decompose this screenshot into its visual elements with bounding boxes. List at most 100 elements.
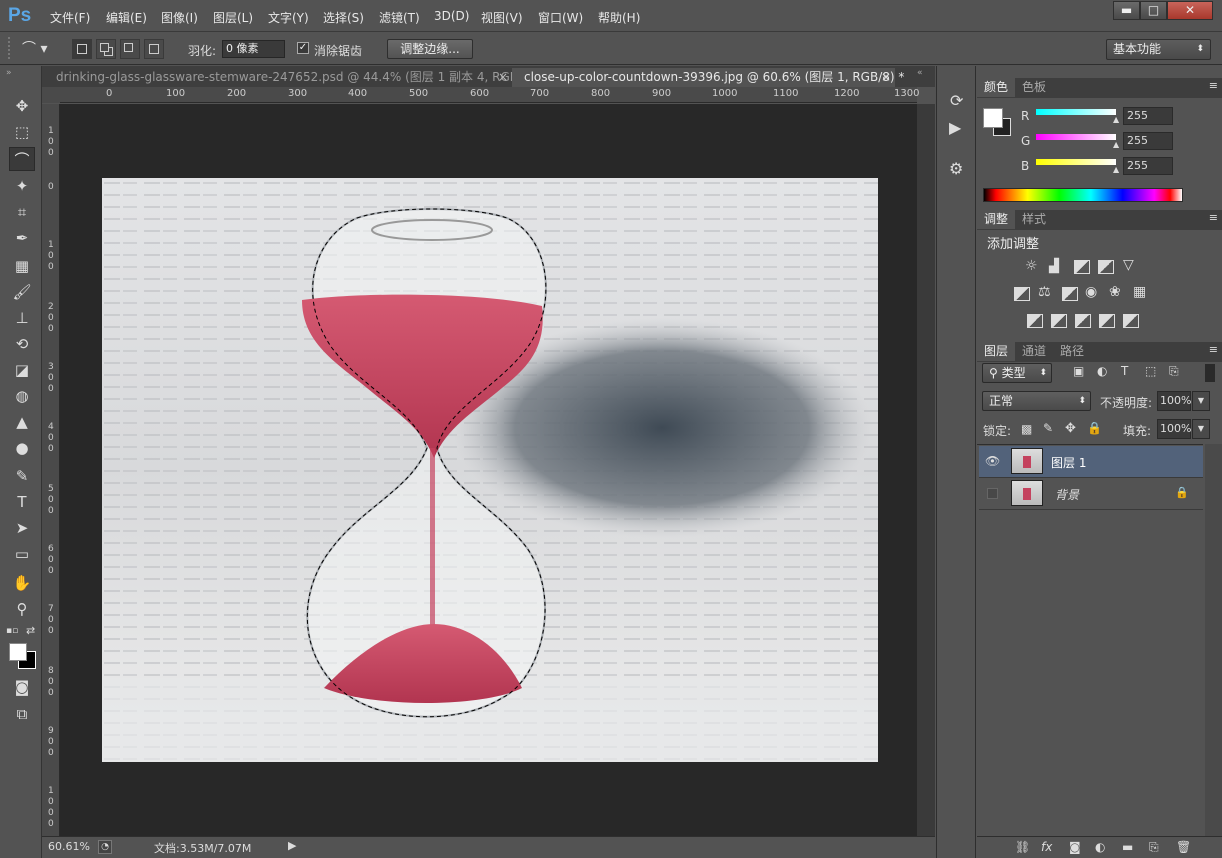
- slider-handle-icon[interactable]: ▲: [1113, 140, 1119, 149]
- levels-icon[interactable]: ▟: [1049, 259, 1059, 274]
- tab-inactive-document[interactable]: drinking-glass-glassware-stemware-247652…: [44, 68, 534, 87]
- move-tool-icon[interactable]: ✥: [9, 94, 35, 118]
- hue-saturation-icon[interactable]: [1014, 287, 1030, 301]
- layer-name[interactable]: 图层 1: [1051, 454, 1086, 471]
- posterize-icon[interactable]: [1051, 314, 1067, 328]
- foreground-color-chip[interactable]: [983, 108, 1003, 128]
- document-image[interactable]: [102, 178, 878, 762]
- invert-icon[interactable]: [1027, 314, 1043, 328]
- blend-mode-select[interactable]: 正常 ⬍: [982, 391, 1091, 411]
- paint-bucket-tool-icon[interactable]: ◍: [9, 384, 35, 408]
- collapse-icon[interactable]: »: [6, 68, 12, 78]
- vertical-ruler[interactable]: 100 0 100 200 300 400 500 600 700 800 90…: [42, 104, 60, 836]
- antialias-checkbox[interactable]: ✓: [297, 42, 309, 54]
- rectangle-tool-icon[interactable]: ▭: [9, 542, 35, 566]
- tab-layers[interactable]: 图层: [977, 342, 1016, 361]
- swap-colors-icon[interactable]: ⇄: [26, 624, 35, 637]
- tab-color[interactable]: 颜色: [977, 78, 1016, 97]
- new-layer-icon[interactable]: ⎘: [1149, 840, 1159, 855]
- opacity-input[interactable]: 100%: [1157, 391, 1191, 411]
- lock-transparency-icon[interactable]: ▩: [1021, 422, 1032, 436]
- brightness-icon[interactable]: ☼: [1025, 258, 1038, 274]
- menu-layer[interactable]: 图层(L): [213, 9, 253, 26]
- green-slider[interactable]: [1036, 134, 1116, 140]
- mask-icon[interactable]: ◙: [1069, 840, 1081, 854]
- menu-edit[interactable]: 编辑(E): [106, 9, 147, 26]
- eyedropper-tool-icon[interactable]: ✒: [9, 226, 35, 250]
- layer-name[interactable]: 背景: [1055, 486, 1079, 503]
- intersect-selection-icon[interactable]: [144, 39, 164, 59]
- horizontal-ruler[interactable]: 0 100 200 300 400 500 600 700 800 900 10…: [60, 87, 919, 103]
- polygonal-lasso-preset-icon[interactable]: ⌒ ▾: [22, 38, 62, 60]
- lasso-tool-icon[interactable]: ⌒: [9, 147, 35, 171]
- menu-image[interactable]: 图像(I): [161, 9, 198, 26]
- fill-input[interactable]: 100%: [1157, 419, 1191, 439]
- folder-icon[interactable]: ▬: [1122, 840, 1133, 854]
- exposure-icon[interactable]: [1098, 260, 1114, 274]
- lock-all-icon[interactable]: 🔒: [1087, 421, 1102, 435]
- layer-row[interactable]: 背景 🔒: [979, 478, 1203, 510]
- close-tab-icon[interactable]: ×: [881, 68, 891, 86]
- path-selection-tool-icon[interactable]: ➤: [9, 516, 35, 540]
- slider-handle-icon[interactable]: ▲: [1113, 115, 1119, 124]
- red-value-input[interactable]: 255: [1123, 107, 1173, 125]
- lock-position-icon[interactable]: ✥: [1065, 421, 1076, 436]
- tab-paths[interactable]: 路径: [1053, 342, 1091, 361]
- panel-menu-icon[interactable]: ≡: [1209, 79, 1218, 92]
- dodge-tool-icon[interactable]: ●: [9, 436, 35, 460]
- workspace-select[interactable]: 基本功能 ⬍: [1106, 39, 1211, 60]
- threshold-icon[interactable]: [1075, 314, 1091, 328]
- eraser-tool-icon[interactable]: ◪: [9, 358, 35, 382]
- lock-paint-icon[interactable]: ✎: [1043, 421, 1053, 435]
- blue-slider[interactable]: [1036, 159, 1116, 165]
- zoom-level[interactable]: 60.61%: [48, 840, 90, 853]
- adjustment-icon[interactable]: ◐: [1095, 840, 1105, 854]
- layers-scrollbar[interactable]: [1205, 444, 1222, 836]
- hand-tool-icon[interactable]: ✋: [9, 571, 35, 595]
- grip-handle[interactable]: [8, 37, 14, 59]
- color-balance-icon[interactable]: ⚖: [1038, 284, 1051, 300]
- vibrance-icon[interactable]: ▽: [1123, 257, 1134, 273]
- menu-file[interactable]: 文件(F): [50, 9, 90, 26]
- feather-input[interactable]: 0 像素: [222, 40, 285, 58]
- photo-filter-icon[interactable]: ◉: [1085, 284, 1097, 300]
- layer-row[interactable]: 👁 图层 1: [979, 446, 1203, 478]
- blue-value-input[interactable]: 255: [1123, 157, 1173, 175]
- zoom-tool-icon[interactable]: ⚲: [9, 597, 35, 621]
- properties-panel-icon[interactable]: ⚙: [949, 159, 963, 178]
- red-slider[interactable]: [1036, 109, 1116, 115]
- visibility-toggle[interactable]: [987, 488, 998, 499]
- vertical-scrollbar[interactable]: [917, 104, 935, 836]
- tab-swatches[interactable]: 色板: [1015, 78, 1053, 97]
- selective-color-icon[interactable]: [1099, 314, 1115, 328]
- close-button[interactable]: ✕: [1167, 1, 1213, 20]
- color-spectrum-bar[interactable]: [983, 188, 1183, 202]
- tab-styles[interactable]: 样式: [1015, 210, 1053, 229]
- crop-tool-icon[interactable]: ⌗: [9, 200, 35, 224]
- default-colors-icon[interactable]: ▪▫: [6, 626, 18, 636]
- gradient-map-icon[interactable]: [1123, 314, 1139, 328]
- menu-type[interactable]: 文字(Y): [268, 9, 309, 26]
- channel-mixer-icon[interactable]: ❀: [1109, 284, 1121, 300]
- add-selection-icon[interactable]: [96, 39, 116, 59]
- subtract-selection-icon[interactable]: [120, 39, 140, 59]
- history-panel-icon[interactable]: ⟳: [950, 91, 963, 110]
- panel-menu-icon[interactable]: ≡: [1209, 343, 1218, 356]
- magic-wand-tool-icon[interactable]: ✦: [9, 174, 35, 198]
- menu-select[interactable]: 选择(S): [323, 9, 364, 26]
- blur-tool-icon[interactable]: ▲: [9, 410, 35, 434]
- pen-tool-icon[interactable]: ✎: [9, 464, 35, 488]
- tab-active-document[interactable]: close-up-color-countdown-39396.jpg @ 60.…: [512, 68, 904, 87]
- expand-panels-icon[interactable]: «: [917, 68, 923, 78]
- green-value-input[interactable]: 255: [1123, 132, 1173, 150]
- status-icon[interactable]: ◔: [98, 840, 112, 854]
- link-icon[interactable]: ⛓: [1015, 840, 1030, 854]
- fx-icon[interactable]: fx: [1041, 840, 1052, 854]
- filter-toggle[interactable]: [1205, 364, 1215, 382]
- menu-view[interactable]: 视图(V): [481, 9, 523, 26]
- foreground-color-swatch[interactable]: [9, 643, 27, 661]
- color-lookup-icon[interactable]: ▦: [1133, 284, 1146, 300]
- minimize-button[interactable]: ▬: [1113, 1, 1140, 20]
- type-tool-icon[interactable]: T: [9, 490, 35, 514]
- refine-edge-button[interactable]: 调整边缘...: [387, 39, 473, 59]
